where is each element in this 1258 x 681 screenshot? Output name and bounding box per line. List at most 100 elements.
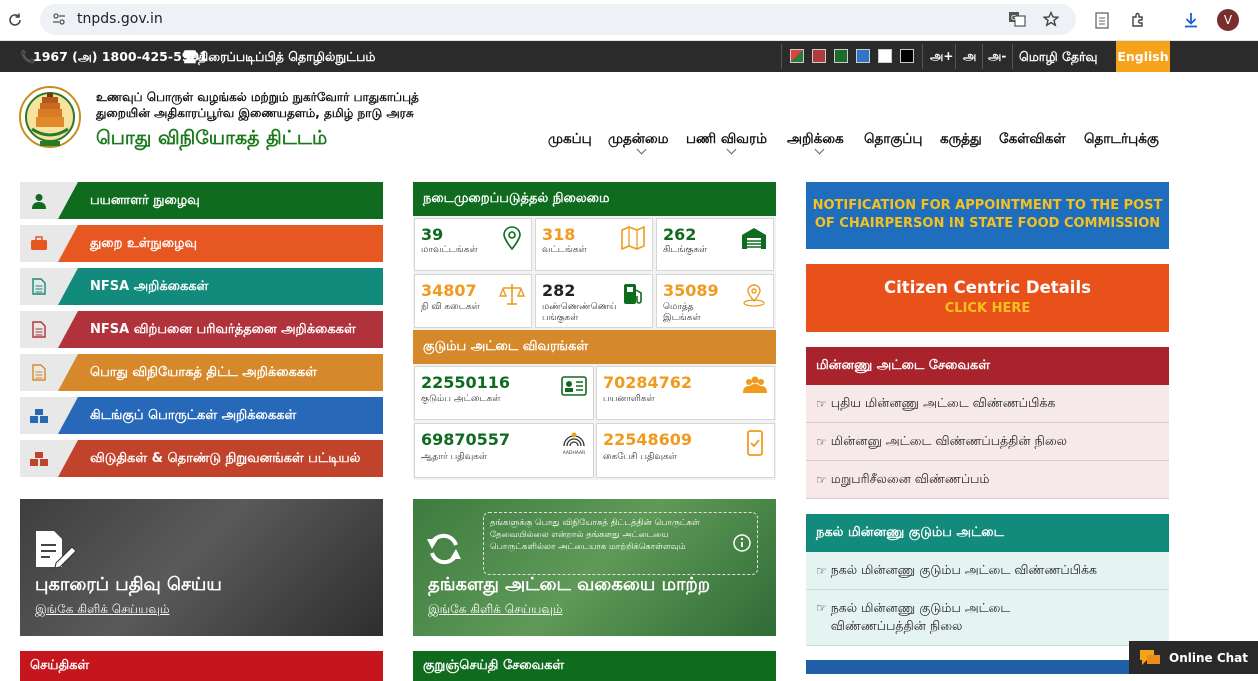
change-card-type-card[interactable]: தங்களுக்கு பொது விநியோகத் திட்டத்தின் பொ… — [413, 499, 776, 636]
accessibility-bar: 📞 1967 (அ) 1800-425-5901 🖥 திரைப்படிப்பி… — [0, 41, 1258, 72]
map-icon — [621, 225, 645, 251]
screen-reader-link[interactable]: திரைப்படிப்பித் தொழில்நுட்பம் — [198, 49, 375, 66]
citizen-click-here[interactable]: CLICK HERE — [806, 301, 1169, 316]
scale-icon — [499, 284, 525, 305]
menu-nfsa-transaction-reports[interactable]: NFSA விற்பனை பரிவர்த்தனை அறிக்கைகள் — [20, 311, 383, 348]
notification-banner[interactable]: NOTIFICATION FOR APPOINTMENT TO THE POST… — [806, 182, 1169, 249]
map-pin-icon — [503, 226, 521, 251]
menu-label: NFSA விற்பனை பரிவர்த்தனை அறிக்கைகள் — [58, 311, 383, 348]
implementation-status-heading: நடைமுறைப்படுத்தல் நிலைமை — [413, 182, 776, 216]
news-heading: செய்திகள் — [20, 651, 383, 681]
document-icon — [20, 354, 58, 391]
complaint-card[interactable]: புகாரைப் பதிவு செய்ய இங்கே கிளிக் செய்யவ… — [20, 499, 383, 636]
department-line-2: துறையின் அதிகாரப்பூர்வ இணையதளம், தமிழ் ந… — [96, 106, 414, 120]
theme-swatch-white[interactable] — [878, 49, 892, 63]
change-card-title: தங்களது அட்டை வகையை மாற்ற — [428, 574, 710, 595]
change-card-info: தங்களுக்கு பொது விநியோகத் திட்டத்தின் பொ… — [483, 512, 758, 575]
aadhaar-logo-icon: AADHAAR — [563, 432, 586, 456]
menu-label: விடுதிகள் & தொண்டு நிறுவனங்கள் பட்டியல் — [58, 440, 383, 477]
menu-hostels-list[interactable]: விடுதிகள் & தொண்டு நிறுவனங்கள் பட்டியல் — [20, 440, 383, 477]
smart-card-services-heading: மின்னணு அட்டை சேவைகள் — [806, 347, 1169, 385]
nav-collection[interactable]: தொகுப்பு — [864, 131, 922, 149]
next-section-heading — [806, 660, 1169, 674]
menu-label: NFSA அறிக்கைகள் — [58, 268, 383, 305]
english-language-button[interactable]: English — [1116, 41, 1170, 72]
theme-swatch-black[interactable] — [900, 49, 914, 63]
language-label: மொழி தேர்வு — [1019, 49, 1098, 64]
menu-pds-reports[interactable]: பொது விநியோகத் திட்ட அறிக்கைகள் — [20, 354, 383, 391]
stat-total-locations: 35089 மொத்த இடங்கள் — [656, 274, 774, 328]
menu-department-login[interactable]: துறை உள்நுழைவு — [20, 225, 383, 262]
nav-feedback[interactable]: கருத்து — [940, 131, 982, 149]
citizen-centric-banner[interactable]: Citizen Centric Details CLICK HERE — [806, 264, 1169, 332]
pointing-hand-icon: ☞ — [816, 472, 827, 487]
location-pin-icon — [743, 284, 765, 307]
reading-mode-icon[interactable] — [1091, 9, 1113, 31]
user-icon — [20, 182, 58, 219]
extensions-icon[interactable] — [1127, 9, 1149, 31]
stat-family-cards: 22550116 குடும்ப அட்டைகள் — [414, 366, 594, 420]
bookmark-star-icon[interactable] — [1040, 8, 1062, 30]
edit-document-icon — [36, 531, 76, 569]
theme-swatch-red[interactable] — [812, 49, 826, 63]
stat-mobile-registrations: 22548609 கைபேசி பதிவுகள் — [596, 423, 775, 478]
change-card-link[interactable]: இங்கே கிளிக் செய்யவும் — [428, 602, 562, 618]
stat-aadhaar: 69870557 ஆதார் பதிவுகள் AADHAAR — [414, 423, 594, 478]
translate-icon[interactable]: G — [1006, 8, 1028, 30]
document-icon — [20, 268, 58, 305]
stat-ration-shops: 34807 நி வி கடைகள் — [414, 274, 532, 328]
smart-card-item-new[interactable]: ☞ புதிய மின்னணு அட்டை விண்ணப்பிக்க — [806, 385, 1169, 423]
info-icon[interactable] — [733, 534, 751, 552]
duplicate-card-item-apply[interactable]: ☞ நகல் மின்னணு குடும்ப அட்டை விண்ணப்பிக்க — [806, 552, 1169, 590]
document-icon — [20, 311, 58, 348]
svg-text:G: G — [1011, 14, 1016, 22]
font-normal-button[interactable]: அ — [963, 49, 976, 65]
theme-swatch-default[interactable] — [790, 49, 804, 63]
complaint-card-link[interactable]: இங்கே கிளிக் செய்யவும் — [35, 602, 169, 618]
users-group-icon — [743, 376, 767, 393]
warehouse-icon — [742, 228, 766, 249]
nav-work-details[interactable]: பணி விவரம் — [686, 131, 767, 149]
nav-contact[interactable]: தொடர்புக்கு — [1084, 131, 1159, 149]
menu-label: கிடங்குப் பொருட்கள் அறிக்கைகள் — [58, 397, 383, 434]
duplicate-card-item-status[interactable]: ☞ நகல் மின்னணு குடும்ப அட்டை விண்ணப்பத்தி… — [806, 590, 1169, 646]
aadhaar-logo-text: AADHAAR — [563, 450, 586, 456]
nav-home[interactable]: முகப்பு — [548, 131, 592, 149]
mobile-check-icon — [747, 430, 763, 456]
briefcase-icon — [20, 225, 58, 262]
theme-swatch-blue[interactable] — [856, 49, 870, 63]
reload-icon[interactable] — [4, 9, 26, 31]
menu-label: துறை உள்நுழைவு — [58, 225, 383, 262]
menu-beneficiary-login[interactable]: பயனாளர் நுழைவு — [20, 182, 383, 219]
nav-report[interactable]: அறிக்கை — [787, 131, 844, 149]
complaint-card-title: புகாரைப் பதிவு செய்ய — [35, 574, 222, 595]
profile-avatar[interactable]: V — [1217, 9, 1239, 31]
family-card-heading: குடும்ப அட்டை விவரங்கள் — [413, 330, 776, 364]
url-text: tnpds.gov.in — [77, 11, 163, 27]
font-increase-button[interactable]: அ+ — [930, 49, 953, 65]
menu-nfsa-reports[interactable]: NFSA அறிக்கைகள் — [20, 268, 383, 305]
pointing-hand-icon: ☞ — [816, 396, 827, 411]
tn-emblem-logo[interactable] — [18, 83, 82, 153]
refresh-icon — [427, 533, 461, 565]
pointing-hand-icon: ☞ — [816, 434, 827, 449]
browser-toolbar: tnpds.gov.in G V — [0, 0, 1258, 41]
menu-label: பயனாளர் நுழைவு — [58, 182, 383, 219]
fuel-pump-icon — [624, 284, 642, 304]
theme-swatch-green[interactable] — [834, 49, 848, 63]
menu-godown-reports[interactable]: கிடங்குப் பொருட்கள் அறிக்கைகள் — [20, 397, 383, 434]
online-chat-button[interactable]: Online Chat — [1129, 641, 1258, 674]
address-bar[interactable]: tnpds.gov.in G — [40, 4, 1076, 35]
smart-card-item-review[interactable]: ☞ மறுபரிசீலனை விண்ணப்பம் — [806, 461, 1169, 499]
department-line-1: உணவுப் பொருள் வழங்கல் மற்றும் நுகர்வோர் … — [96, 90, 419, 104]
stat-kerosene-bunks: 282 மண்ணெண்ணெய் பங்குகள் — [535, 274, 653, 328]
citizen-title: Citizen Centric Details — [884, 278, 1091, 297]
download-icon[interactable] — [1180, 9, 1202, 31]
duplicate-card-heading: நகல் மின்னணு குடும்ப அட்டை — [806, 514, 1169, 552]
pointing-hand-icon: ☞ — [816, 563, 827, 578]
site-info-icon[interactable] — [48, 8, 70, 30]
scheme-title: பொது விநியோகத் திட்டம் — [96, 127, 328, 149]
font-decrease-button[interactable]: அ- — [988, 49, 1006, 65]
smart-card-item-status[interactable]: ☞ மின்னனு அட்டை விண்ணப்பத்தின் நிலை — [806, 423, 1169, 461]
nav-faq[interactable]: கேள்விகள் — [999, 131, 1066, 149]
